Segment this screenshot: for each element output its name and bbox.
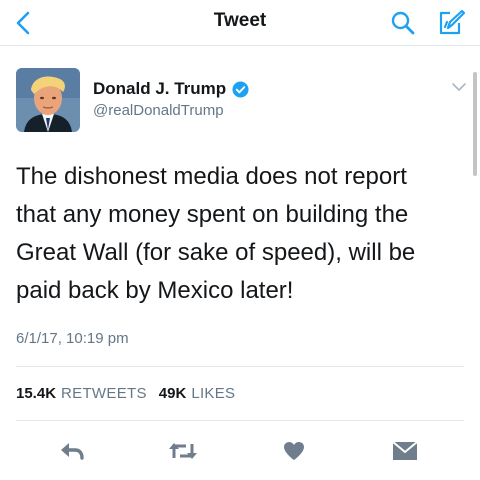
scrollbar[interactable] <box>473 72 477 176</box>
search-button[interactable] <box>386 6 420 40</box>
envelope-icon <box>392 441 418 460</box>
reply-button[interactable] <box>56 437 88 465</box>
retweets-stat[interactable]: 15.4K RETWEETS <box>16 385 147 402</box>
heart-icon <box>284 442 304 460</box>
avatar[interactable] <box>16 68 80 132</box>
profile-photo <box>16 68 80 132</box>
retweet-button[interactable] <box>167 437 199 465</box>
navigation-bar: Tweet <box>0 0 480 46</box>
search-icon <box>391 11 415 35</box>
author-name-row[interactable]: Donald J. Trump <box>93 79 249 99</box>
chevron-down-icon <box>452 82 466 91</box>
retweet-count: 15.4K <box>16 385 57 402</box>
tweet-timestamp: 6/1/17, 10:19 pm <box>16 330 129 347</box>
compose-tweet-button[interactable] <box>432 6 470 40</box>
like-count: 49K <box>158 385 187 402</box>
direct-message-button[interactable] <box>389 437 421 465</box>
reply-icon <box>61 443 84 460</box>
back-button[interactable] <box>6 6 40 40</box>
like-label: LIKES <box>191 385 236 402</box>
likes-stat[interactable]: 49K LIKES <box>159 385 236 402</box>
verified-badge-icon <box>232 80 249 98</box>
retweet-label: RETWEETS <box>61 385 147 402</box>
more-options-button[interactable] <box>450 78 468 96</box>
retweet-icon <box>169 443 197 459</box>
user-handle[interactable]: @realDonaldTrump <box>93 102 224 119</box>
divider <box>16 420 464 421</box>
tweet-detail-screen: Tweet Donald J. Trump @realDonaldTrump T… <box>0 0 480 480</box>
chevron-left-icon <box>16 11 30 35</box>
tweet-text: The dishonest media does not report that… <box>16 163 416 304</box>
display-name[interactable]: Donald J. Trump <box>93 79 226 99</box>
like-button[interactable] <box>278 437 310 465</box>
divider <box>16 366 464 367</box>
engagement-stats: 15.4K RETWEETS 49K LIKES <box>16 385 235 402</box>
compose-tweet-icon <box>439 9 466 35</box>
